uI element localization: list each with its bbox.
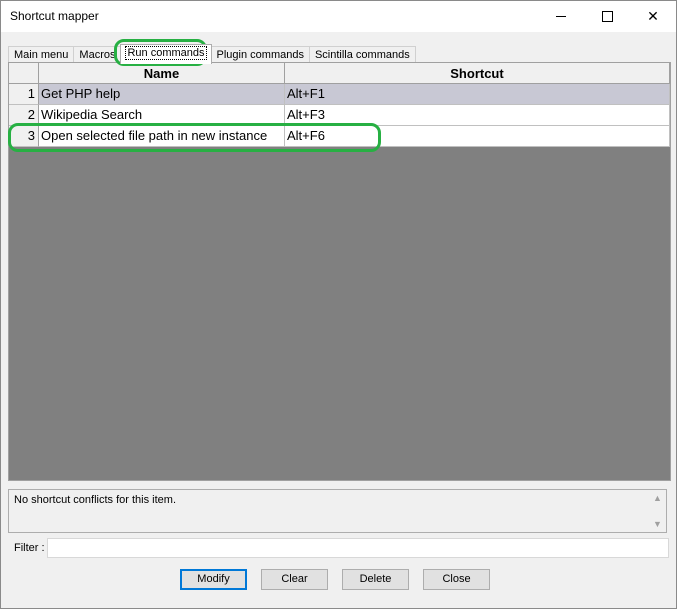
column-header-name[interactable]: Name xyxy=(39,63,285,84)
title-bar: Shortcut mapper ✕ xyxy=(1,1,676,32)
annotation-highlight-row xyxy=(8,123,381,152)
minimize-icon xyxy=(556,16,566,17)
column-header-shortcut[interactable]: Shortcut xyxy=(285,63,670,84)
maximize-button[interactable] xyxy=(584,1,630,32)
grid-corner-header xyxy=(9,63,39,84)
tab-run-commands-label: Run commands xyxy=(125,46,207,60)
conflict-scrollbar[interactable]: ▲ ▼ xyxy=(649,490,666,532)
delete-button[interactable]: Delete xyxy=(342,569,409,590)
scroll-down-icon[interactable]: ▼ xyxy=(653,519,662,529)
shortcut-mapper-window: Shortcut mapper ✕ Main menu Macros Run c… xyxy=(0,0,677,609)
modify-button[interactable]: Modify xyxy=(180,569,247,590)
window-title: Shortcut mapper xyxy=(10,9,99,23)
close-icon: ✕ xyxy=(647,8,659,24)
scroll-up-icon[interactable]: ▲ xyxy=(653,493,662,503)
filter-input[interactable] xyxy=(47,538,669,558)
row-number: 1 xyxy=(9,84,39,105)
minimize-button[interactable] xyxy=(538,1,584,32)
row-shortcut-cell[interactable]: Alt+F1 xyxy=(285,84,670,105)
close-window-button[interactable]: ✕ xyxy=(630,1,676,32)
tab-run-commands[interactable]: Run commands xyxy=(120,44,212,64)
conflict-text: No shortcut conflicts for this item. xyxy=(14,494,176,506)
tab-strip: Main menu Macros Run commands Plugin com… xyxy=(8,44,416,64)
table-row[interactable]: 1 Get PHP help Alt+F1 xyxy=(9,84,670,105)
filter-label: Filter : xyxy=(14,542,45,554)
row-name-cell[interactable]: Get PHP help xyxy=(39,84,285,105)
conflict-info-box: No shortcut conflicts for this item. ▲ ▼ xyxy=(8,489,667,533)
clear-button[interactable]: Clear xyxy=(261,569,328,590)
close-button[interactable]: Close xyxy=(423,569,490,590)
maximize-icon xyxy=(601,11,613,22)
